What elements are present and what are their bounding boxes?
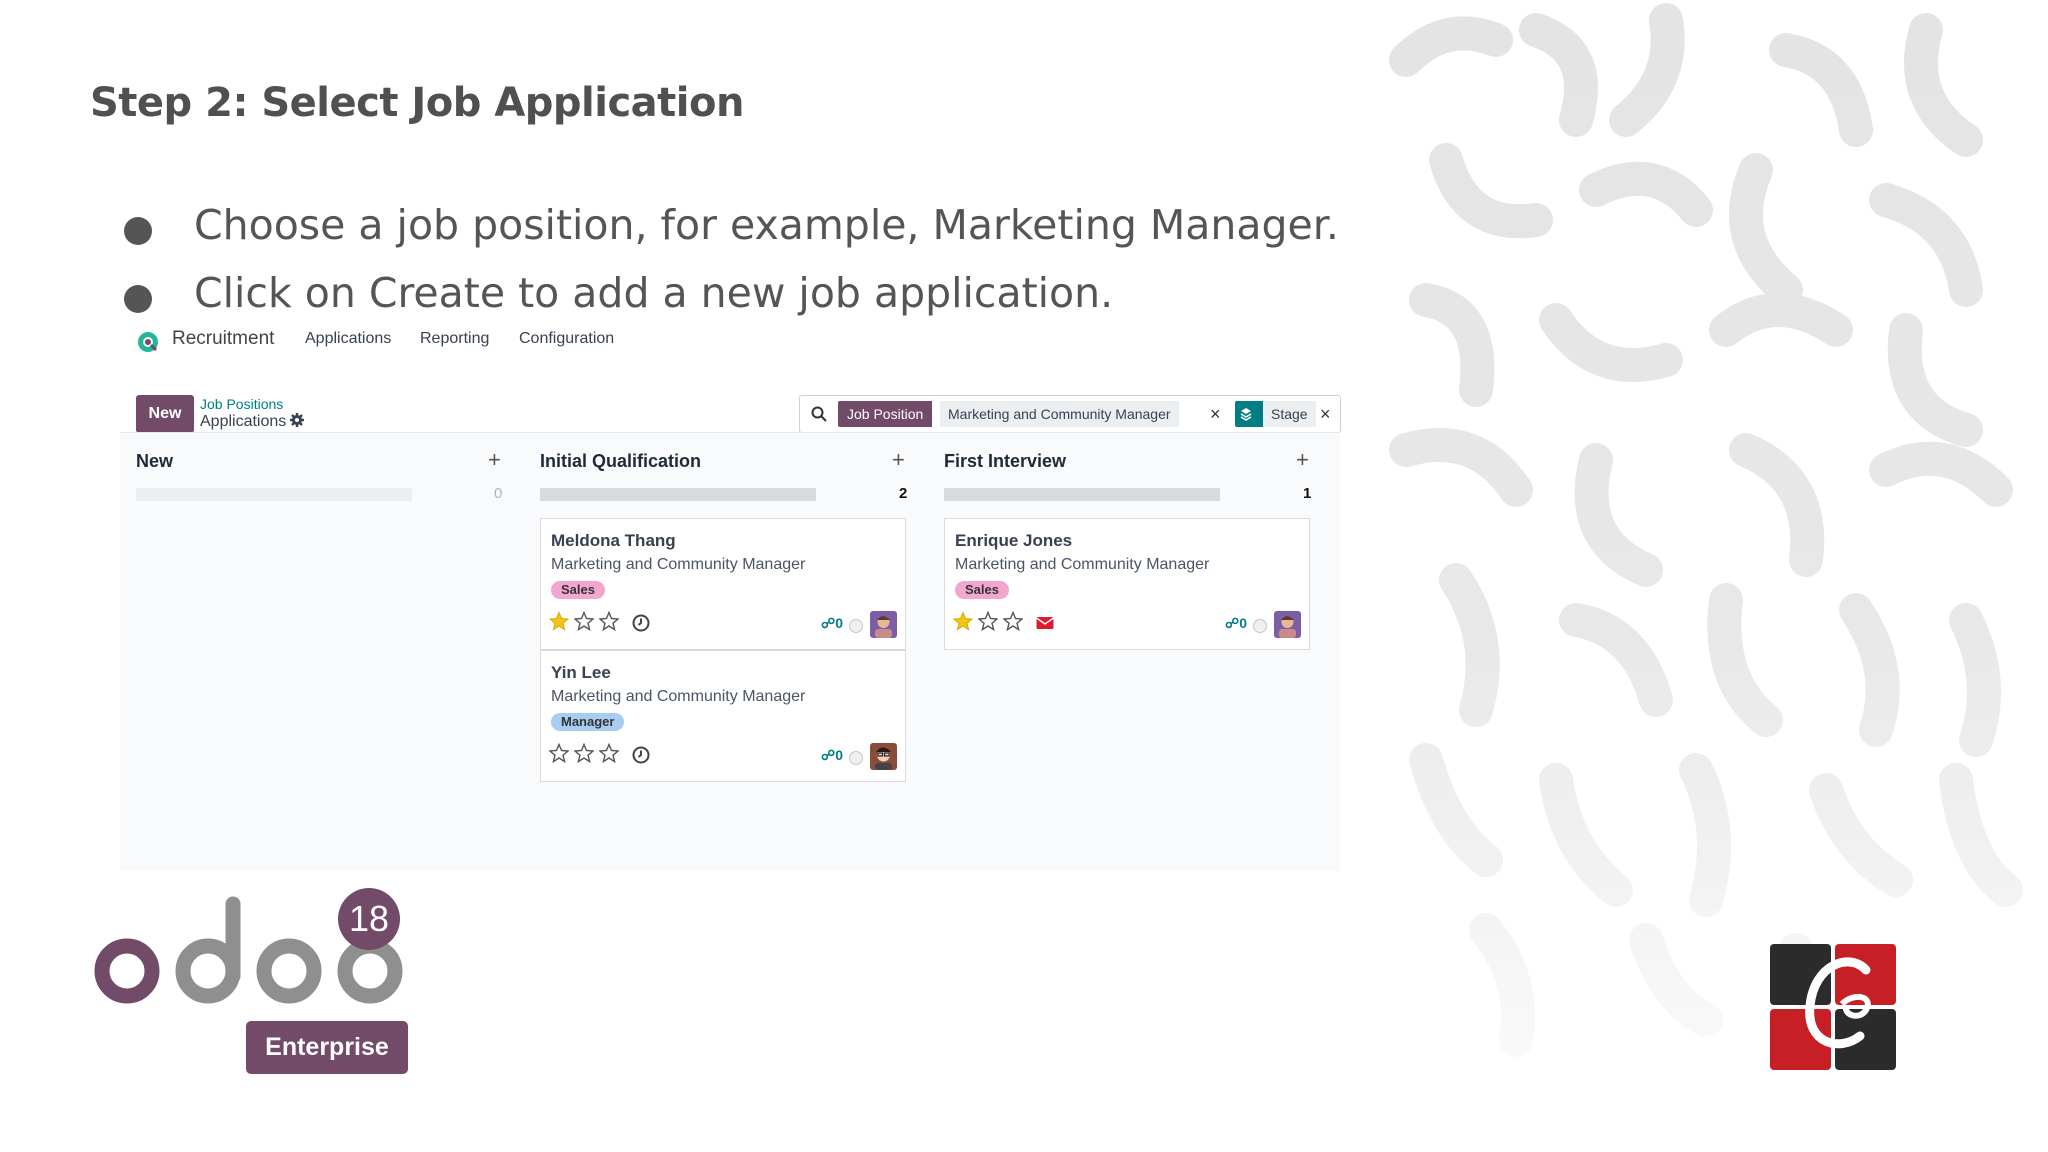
clock-icon[interactable] [631, 745, 651, 765]
column-count: 0 [494, 485, 503, 502]
tag-sales: Sales [551, 581, 605, 599]
facet-job-position-value: Marketing and Community Manager [940, 401, 1179, 427]
star-empty-icon[interactable] [599, 611, 619, 631]
control-panel: New Job Positions Applications Job Posit… [120, 372, 1341, 433]
star-filled-icon[interactable] [549, 611, 569, 631]
slide-title: Step 2: Select Job Application [90, 80, 744, 126]
column-progress-bar [944, 488, 1220, 501]
new-button[interactable]: New [136, 395, 194, 433]
applicant-name: Meldona Thang [551, 531, 676, 550]
status-dot[interactable] [849, 619, 863, 633]
decorative-pattern [1366, 0, 2048, 1152]
column-count: 2 [899, 485, 908, 502]
nav-menu-reporting[interactable]: Reporting [420, 330, 489, 348]
column-add-icon[interactable]: + [1296, 447, 1309, 473]
attachment-count[interactable]: ☍0 [821, 747, 843, 764]
column-add-icon[interactable]: + [488, 447, 501, 473]
layers-icon [1235, 401, 1263, 427]
version-badge: 18 [338, 888, 400, 950]
search-bar[interactable]: Job Position Marketing and Community Man… [799, 395, 1341, 433]
remove-facet-icon[interactable]: × [1320, 401, 1331, 427]
applicant-card[interactable]: Meldona Thang Marketing and Community Ma… [540, 518, 906, 650]
star-empty-icon[interactable] [1003, 611, 1023, 631]
attachment-count[interactable]: ☍0 [1225, 615, 1247, 632]
applicant-job: Marketing and Community Manager [551, 688, 806, 705]
remove-facet-icon[interactable]: × [1210, 401, 1221, 427]
clock-icon[interactable] [631, 613, 651, 633]
edition-badge: Enterprise [246, 1021, 408, 1074]
nav-menu-applications[interactable]: Applications [305, 330, 391, 348]
bullet-text: Click on Create to add a new job applica… [194, 269, 1114, 317]
facet-stage-value: Stage [1263, 401, 1316, 427]
gear-icon[interactable] [290, 413, 305, 427]
company-logo [1770, 944, 1896, 1070]
envelope-icon[interactable] [1035, 613, 1055, 633]
star-empty-icon[interactable] [574, 611, 594, 631]
search-icon[interactable] [810, 405, 828, 423]
odoo-recruitment-screenshot: Recruitment Applications Reporting Confi… [120, 320, 1341, 871]
star-empty-icon[interactable] [978, 611, 998, 631]
star-filled-icon[interactable] [953, 611, 973, 631]
column-progress-bar [136, 488, 412, 501]
applicant-job: Marketing and Community Manager [551, 556, 806, 573]
bullet-dot [124, 285, 152, 313]
recruitment-app-icon[interactable] [136, 330, 160, 354]
column-title[interactable]: First Interview [944, 451, 1066, 472]
applicant-name: Yin Lee [551, 663, 611, 682]
star-empty-icon[interactable] [549, 743, 569, 763]
breadcrumb-current: Applications [200, 413, 305, 431]
bullet-text: Choose a job position, for example, Mark… [194, 201, 1339, 249]
nav-app-name[interactable]: Recruitment [172, 328, 274, 350]
attachment-count-value: 0 [835, 747, 843, 763]
tag-sales: Sales [955, 581, 1009, 599]
column-title[interactable]: Initial Qualification [540, 451, 701, 472]
tag-manager: Manager [551, 713, 625, 731]
nav-menu-configuration[interactable]: Configuration [519, 330, 614, 348]
attachment-count-value: 0 [1239, 615, 1247, 631]
avatar[interactable] [870, 743, 897, 770]
applicant-name: Enrique Jones [955, 531, 1073, 550]
bullet-dot [124, 217, 152, 245]
column-add-icon[interactable]: + [892, 447, 905, 473]
top-navbar: Recruitment Applications Reporting Confi… [120, 320, 1340, 360]
kanban-board: New + 0 Initial Qualification + 2 Meldon… [120, 432, 1340, 871]
column-title[interactable]: New [136, 451, 173, 472]
facet-job-position-label: Job Position [838, 401, 933, 427]
column-count: 1 [1303, 485, 1312, 502]
status-dot[interactable] [1253, 619, 1267, 633]
avatar[interactable] [870, 611, 897, 638]
breadcrumb: Job Positions Applications [200, 396, 305, 431]
applicant-job: Marketing and Community Manager [955, 556, 1210, 573]
star-empty-icon[interactable] [574, 743, 594, 763]
applicant-card[interactable]: Yin Lee Marketing and Community Manager … [540, 650, 906, 782]
attachment-count-value: 0 [835, 615, 843, 631]
status-dot[interactable] [849, 751, 863, 765]
column-progress-bar [540, 488, 816, 501]
star-empty-icon[interactable] [599, 743, 619, 763]
applicant-card[interactable]: Enrique Jones Marketing and Community Ma… [944, 518, 1310, 650]
attachment-count[interactable]: ☍0 [821, 615, 843, 632]
breadcrumb-current-label: Applications [200, 413, 287, 430]
breadcrumb-job-positions[interactable]: Job Positions [200, 396, 304, 412]
avatar[interactable] [1274, 611, 1301, 638]
